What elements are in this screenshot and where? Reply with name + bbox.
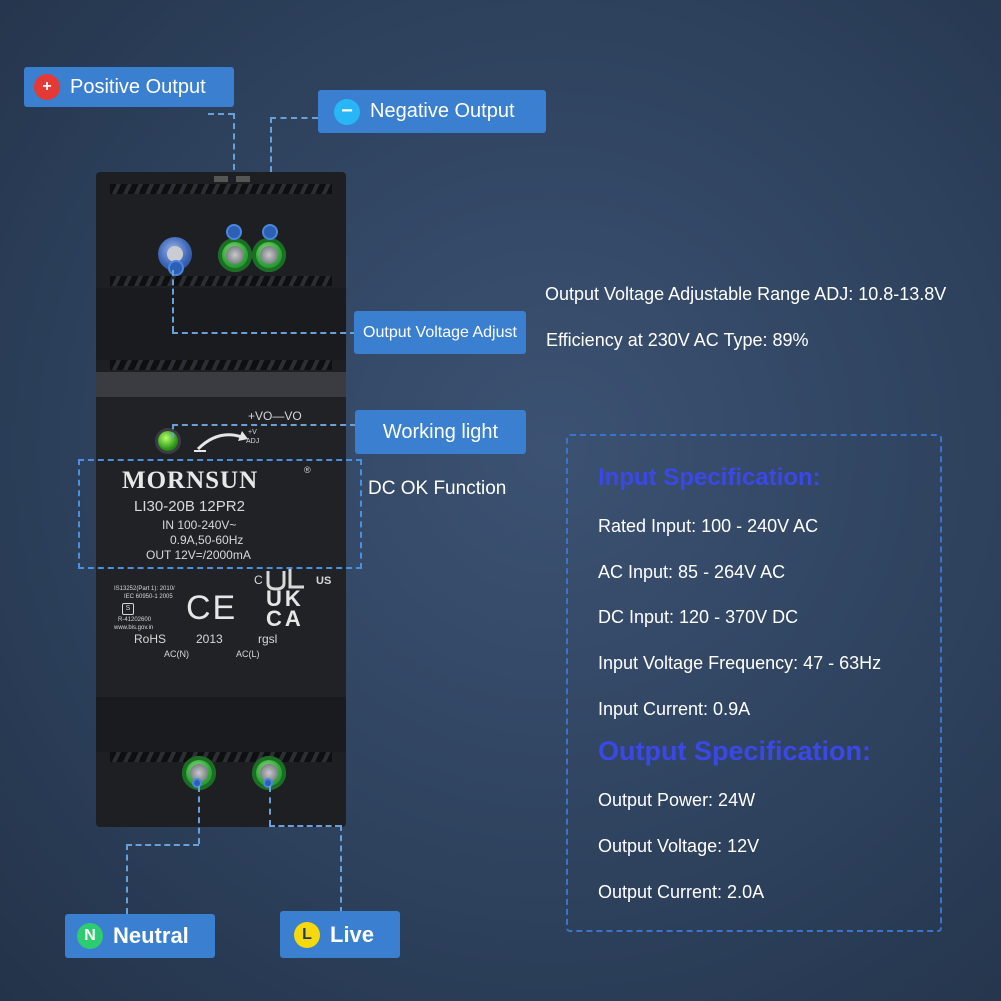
upper-vent bbox=[110, 276, 332, 286]
working-light-connector-v bbox=[172, 424, 174, 438]
live-connector-v bbox=[269, 786, 271, 826]
input-spec-line: DC Input: 120 - 370V DC bbox=[598, 607, 799, 627]
positive-output-callout: + Positive Output bbox=[24, 67, 234, 107]
live-badge-icon: L bbox=[294, 921, 320, 948]
adjust-dot bbox=[168, 260, 184, 276]
dc-ok-highlight-box bbox=[78, 459, 362, 569]
ul-us: US bbox=[316, 575, 332, 587]
live-connector-v2 bbox=[340, 825, 342, 913]
neutral-terminal-dot bbox=[192, 778, 202, 788]
neutral-connector-h bbox=[126, 844, 199, 846]
adjust-connector-h bbox=[172, 332, 356, 334]
rohs-year: 2013 bbox=[196, 632, 223, 646]
upper-band bbox=[96, 288, 346, 360]
bis-mark-icon: S bbox=[122, 603, 134, 615]
lower-band bbox=[96, 697, 346, 752]
input-spec-heading: Input Specification: bbox=[598, 464, 821, 491]
middle-vent bbox=[110, 360, 332, 370]
adjust-connector-v bbox=[172, 270, 174, 332]
top-notch bbox=[236, 176, 250, 182]
positive-connector-h bbox=[208, 113, 234, 115]
live-callout: L Live bbox=[280, 911, 400, 958]
live-terminal-dot bbox=[263, 778, 273, 788]
output-voltage-adjust-callout: Output Voltage Adjust bbox=[354, 311, 526, 354]
standard-2: IEC 60950-1 2005 bbox=[124, 594, 173, 600]
positive-output-label: Positive Output bbox=[70, 75, 206, 98]
rohs-mark: RoHS bbox=[134, 632, 167, 646]
output-spec-line: Output Current: 2.0A bbox=[598, 882, 765, 902]
working-led-icon bbox=[158, 431, 178, 451]
negative-terminal-dot bbox=[262, 224, 278, 240]
output-spec-line: Output Voltage: 12V bbox=[598, 836, 760, 856]
negative-output-callout: − Negative Output bbox=[318, 90, 546, 133]
live-label: Live bbox=[330, 921, 375, 947]
positive-terminal[interactable] bbox=[218, 238, 252, 272]
efficiency-text: Efficiency at 230V AC Type: 89% bbox=[546, 330, 809, 350]
negative-connector-h bbox=[270, 117, 318, 119]
working-light-connector-h bbox=[172, 424, 356, 426]
gray-band bbox=[96, 372, 346, 397]
working-light-label: Working light bbox=[382, 420, 499, 443]
plus-icon: + bbox=[34, 74, 60, 100]
neutral-connector-v2 bbox=[126, 844, 128, 914]
adj-marking: +VO—VO bbox=[248, 409, 302, 423]
neutral-badge-icon: N bbox=[77, 923, 103, 949]
input-spec-line: Input Current: 0.9A bbox=[598, 699, 751, 719]
input-spec-line: Rated Input: 100 - 240V AC bbox=[598, 516, 819, 536]
registration-number: R-41202600 bbox=[118, 617, 152, 623]
ce-mark: CE bbox=[186, 589, 238, 627]
lower-vent bbox=[110, 752, 332, 762]
neutral-label: Neutral bbox=[113, 923, 189, 948]
top-vent bbox=[110, 184, 332, 194]
bis-website: www.bis.gov.in bbox=[114, 625, 154, 631]
neutral-callout: N Neutral bbox=[65, 914, 215, 958]
top-notch bbox=[214, 176, 228, 182]
specification-box: Input Specification: Rated Input: 100 - … bbox=[566, 434, 942, 932]
negative-terminal[interactable] bbox=[252, 238, 286, 272]
neutral-connector-v bbox=[198, 786, 200, 844]
standard-1: IS13252(Part 1): 2010/ bbox=[114, 586, 175, 592]
output-spec-line: Output Power: 24W bbox=[598, 790, 756, 810]
ac-l-label: AC(L) bbox=[236, 649, 260, 659]
adjustable-range-text: Output Voltage Adjustable Range ADJ: 10.… bbox=[545, 284, 947, 304]
output-voltage-adjust-label: Output Voltage Adjust bbox=[363, 323, 517, 341]
ac-n-label: AC(N) bbox=[164, 649, 189, 659]
output-spec-heading: Output Specification: bbox=[598, 736, 871, 766]
minus-icon: − bbox=[334, 98, 360, 125]
ukca-bottom: CA bbox=[266, 606, 304, 631]
rgsl-mark: rgsl bbox=[258, 632, 278, 646]
live-connector-h bbox=[269, 825, 341, 827]
input-spec-line: Input Voltage Frequency: 47 - 63Hz bbox=[598, 653, 882, 673]
positive-terminal-dot bbox=[226, 224, 242, 240]
input-spec-line: AC Input: 85 - 264V AC bbox=[598, 562, 786, 582]
ul-c: C bbox=[254, 573, 263, 587]
negative-output-label: Negative Output bbox=[370, 100, 515, 122]
working-light-callout: Working light bbox=[355, 410, 526, 454]
adjust-arrow-icon bbox=[194, 431, 248, 452]
dc-ok-label: DC OK Function bbox=[368, 478, 507, 499]
